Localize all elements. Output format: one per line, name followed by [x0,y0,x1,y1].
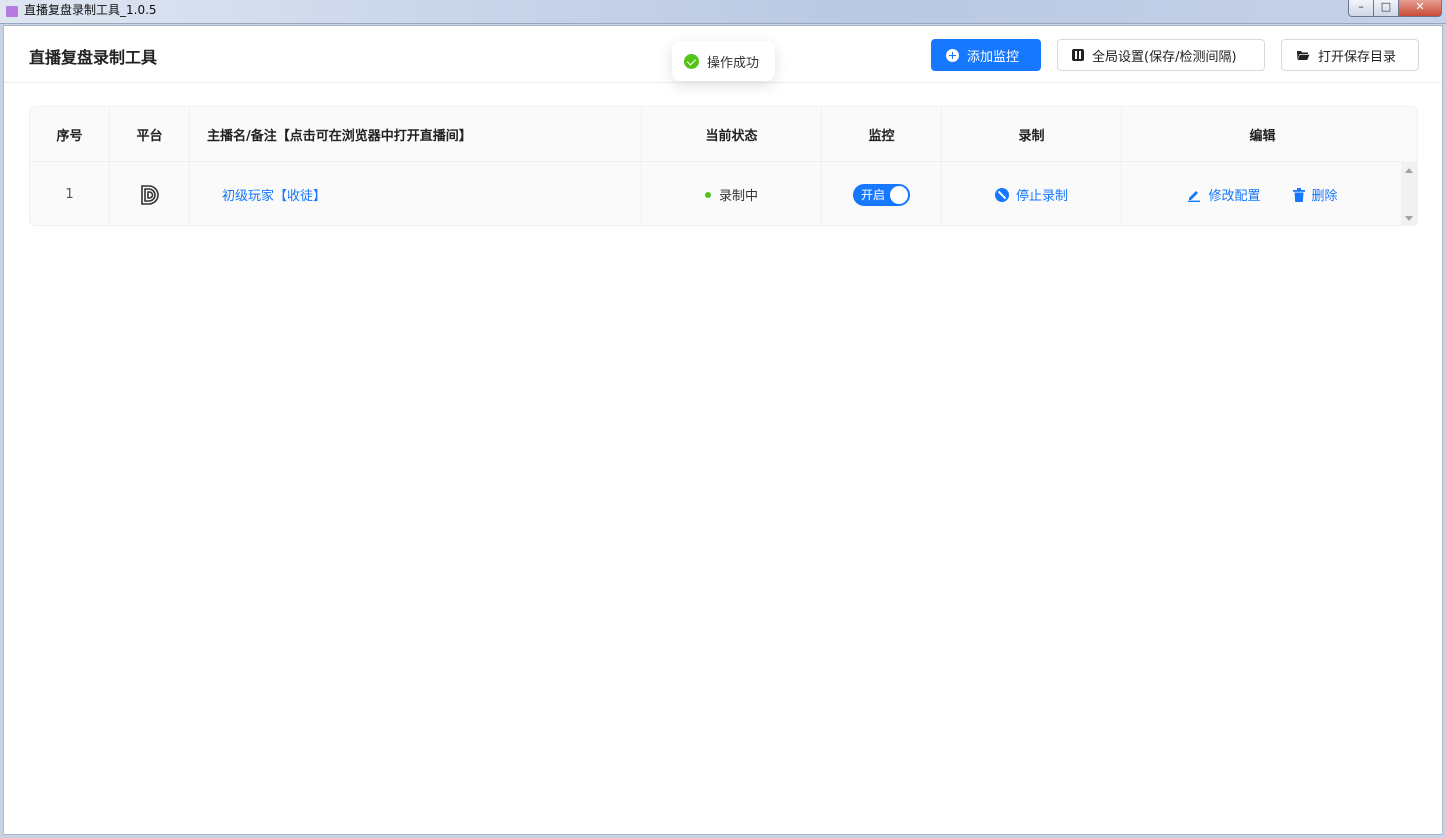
settings-sliders-icon [1072,49,1084,61]
window-controls: – □ ✕ [1348,0,1442,17]
streamer-name-cell: 初级玩家【收徒】 [190,162,642,225]
check-circle-icon [684,53,699,69]
edit-pen-icon [1188,190,1201,202]
page-title: 直播复盘录制工具 [29,48,158,67]
edit-cell: 修改配置 删除 [1122,162,1403,225]
table-scrollbar[interactable] [1401,162,1417,225]
app-header: 直播复盘录制工具 添加监控 全局设置(保存/检测间隔) 打开保存目录 操作成功 [4,26,1442,83]
success-toast: 操作成功 [672,41,775,81]
platform-cell [110,162,190,225]
status-text: 录制中 [718,189,758,204]
plus-circle-icon [946,48,959,62]
monitor-toggle[interactable]: 开启 [853,183,910,206]
monitor-cell: 开启 [822,162,942,225]
folder-open-icon [1297,51,1310,60]
record-cell: 停止录制 [942,162,1122,225]
global-settings-button[interactable]: 全局设置(保存/检测间隔) [1057,39,1265,71]
status-cell: 录制中 [642,162,822,225]
edit-config-button[interactable]: 修改配置 [1187,185,1261,204]
trash-icon [1292,187,1305,202]
open-folder-button[interactable]: 打开保存目录 [1281,39,1419,71]
edit-config-label: 修改配置 [1208,189,1261,204]
minimize-button[interactable]: – [1348,0,1374,17]
os-title-bar: 直播复盘录制工具_1.0.5 – □ ✕ [0,0,1446,24]
scroll-up-arrow-icon[interactable] [1405,168,1413,173]
row-index: 1 [30,162,110,225]
toggle-knob [890,185,908,204]
maximize-button[interactable]: □ [1374,0,1399,17]
app-window: 直播复盘录制工具 添加监控 全局设置(保存/检测间隔) 打开保存目录 操作成功 … [3,25,1443,835]
toast-message: 操作成功 [707,55,760,71]
column-header-status: 当前状态 [642,107,822,161]
edit-actions: 修改配置 删除 [1187,185,1338,204]
stop-recording-button[interactable]: 停止录制 [994,185,1068,204]
table-row: 1 初级玩家【收徒】 录制中 开启 停止录制 修改配置 删除 [30,162,1403,225]
column-header-edit: 编辑 [1249,128,1276,144]
monitor-toggle-label: 开启 [861,187,886,202]
open-folder-label: 打开保存目录 [1318,49,1397,65]
close-button[interactable]: ✕ [1399,0,1442,17]
column-header-record: 录制 [942,107,1122,161]
delete-button[interactable]: 删除 [1292,185,1338,204]
stop-recording-label: 停止录制 [1015,189,1068,204]
status-dot [704,191,711,198]
column-header-name: 主播名/备注【点击可在浏览器中打开直播间】 [190,107,642,161]
window-title: 直播复盘录制工具_1.0.5 [24,3,157,17]
app-icon [6,6,18,17]
table-header: 序号 平台 主播名/备注【点击可在浏览器中打开直播间】 当前状态 监控 录制 编… [30,107,1403,162]
streamer-name-link[interactable]: 初级玩家【收徒】 [222,185,326,204]
add-monitor-label: 添加监控 [967,49,1020,65]
add-monitor-button[interactable]: 添加监控 [931,39,1041,71]
column-header-monitor: 监控 [822,107,942,161]
column-header-index: 序号 [30,107,110,161]
platform-icon [140,184,159,205]
scroll-down-arrow-icon[interactable] [1405,216,1413,221]
column-header-platform: 平台 [110,107,190,161]
monitor-table: 序号 平台 主播名/备注【点击可在浏览器中打开直播间】 当前状态 监控 录制 编… [29,106,1418,226]
delete-label: 删除 [1311,189,1338,204]
stop-icon [994,187,1009,202]
global-settings-label: 全局设置(保存/检测间隔) [1092,49,1237,65]
